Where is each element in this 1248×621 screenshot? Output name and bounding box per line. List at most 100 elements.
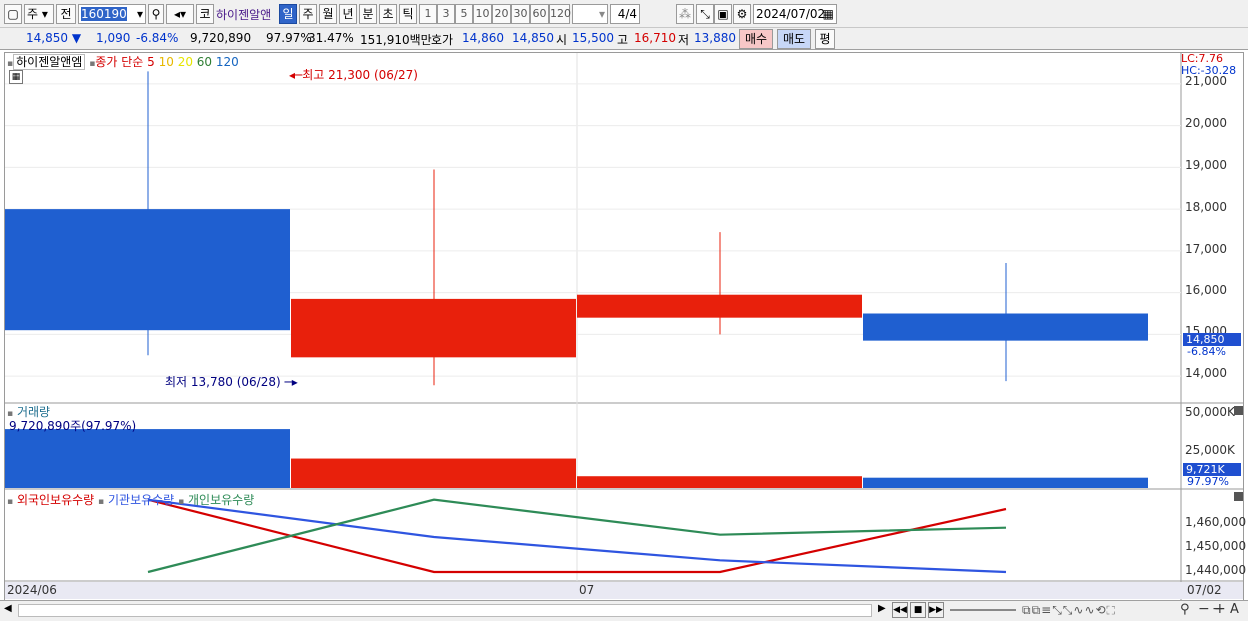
ma-10[interactable]: 10: [159, 55, 174, 69]
period-second[interactable]: 초: [379, 4, 397, 24]
period-week[interactable]: 주: [299, 4, 317, 24]
interval-1[interactable]: 1: [419, 4, 437, 24]
hold-ytick-1450000: 1,450,000: [1185, 539, 1247, 553]
legend-institution[interactable]: 기관보유수량: [108, 493, 174, 507]
interval-10[interactable]: 10: [473, 4, 492, 24]
zoom-out-icon[interactable]: −: [1198, 601, 1210, 617]
search-icon[interactable]: ⚲: [148, 4, 164, 24]
volume-bar: [291, 458, 576, 488]
low-label: 저: [678, 33, 690, 47]
quote-volume-pct: 97.97%: [266, 31, 312, 45]
hoga-ask: 14,860: [462, 31, 504, 45]
zoom-in-icon[interactable]: +: [1214, 601, 1226, 617]
interval-20[interactable]: 20: [492, 4, 511, 24]
settings-gear-icon[interactable]: ⚙: [733, 4, 751, 24]
stock-code-input[interactable]: 160190 ▾: [78, 4, 146, 24]
chart-area[interactable]: ▪ 하이젠알앤엠 ▪종가 단순 5 10 20 60 120 ▦ ◂─최고 21,…: [4, 52, 1247, 601]
interval-3[interactable]: 3: [437, 4, 455, 24]
ytick-20000: 20,000: [1185, 116, 1227, 130]
volume-sub-label: 9,720,890주(97.97%): [9, 419, 137, 433]
xaxis-left-label: 2024/06: [7, 583, 57, 597]
high-label: 고: [617, 33, 629, 47]
date-input[interactable]: 2024/07/02 ▦: [753, 4, 837, 24]
period-day[interactable]: 일: [279, 4, 297, 24]
period-month[interactable]: 월: [319, 4, 337, 24]
rewind-icon[interactable]: ◀◀: [892, 602, 908, 618]
page-counter[interactable]: 4/4: [610, 4, 640, 24]
ma-5[interactable]: 5: [147, 55, 155, 69]
ma-60[interactable]: 60: [197, 55, 212, 69]
scroll-left-icon[interactable]: ◀: [4, 603, 12, 614]
zoom-slider[interactable]: [950, 609, 1016, 611]
holdings-legend: ▪ 외국인보유수량 ▪ 기관보유수량 ▪ 개인보유수량: [7, 493, 255, 507]
window-icon[interactable]: ▢: [4, 4, 22, 24]
low-value: 13,880: [694, 31, 736, 45]
xaxis-mid-label: 07: [579, 583, 595, 597]
holdings-panel-close-icon[interactable]: [1234, 492, 1243, 501]
auto-scale-icon[interactable]: A: [1230, 602, 1239, 617]
buy-button[interactable]: 매수: [739, 29, 773, 49]
hoga-bid: 14,850: [512, 31, 554, 45]
fast-forward-icon[interactable]: ▶▶: [928, 602, 944, 618]
chart-svg: [5, 53, 1243, 600]
quote-change: 1,090: [96, 31, 131, 45]
interval-custom-select[interactable]: ▾: [572, 4, 608, 24]
candle-body: [5, 209, 290, 331]
interval-30[interactable]: 30: [511, 4, 530, 24]
interval-60[interactable]: 60: [530, 4, 549, 24]
ytick-19000: 19,000: [1185, 158, 1227, 172]
drawing-tools-icons[interactable]: ⧉⧉≡⤡⤡∿∿⟲⛶: [1022, 603, 1116, 618]
current-pct-tag: -6.84%: [1187, 345, 1226, 358]
open-value: 15,500: [572, 31, 614, 45]
legend-stock-name[interactable]: 하이젠알앤엠: [13, 54, 86, 70]
xaxis-right-label: 07/02: [1187, 583, 1222, 597]
quote-price: 14,850 ▼: [26, 31, 82, 45]
market-select[interactable]: 주 ▾: [24, 4, 54, 24]
quote-turnover: 31.47%: [308, 31, 354, 45]
horizontal-scrollbar[interactable]: [18, 604, 872, 617]
legend-individual[interactable]: 개인보유수량: [188, 493, 254, 507]
low-note: 최저 13,780 (06/28) ─▸: [165, 375, 298, 389]
period-year[interactable]: 년: [339, 4, 357, 24]
hoga-label: 호가: [431, 33, 454, 47]
high-note: ◂─최고 21,300 (06/27): [289, 68, 418, 82]
legend-close[interactable]: 종가 단순: [95, 55, 143, 69]
volume-bar: [577, 476, 862, 488]
top-toolbar: ▢ 주 ▾ 전 160190 ▾ ⚲ ◂▾ 코 하이젠알앤 일 주 월 년 분 초…: [0, 0, 1248, 28]
ma-20[interactable]: 20: [178, 55, 193, 69]
date-value: 2024/07/02: [756, 7, 826, 21]
save-icon[interactable]: ▣: [714, 4, 732, 24]
sell-button[interactable]: 매도: [777, 29, 811, 49]
prev-label: 전: [60, 7, 72, 21]
interval-5[interactable]: 5: [455, 4, 473, 24]
price-legend: ▪ 하이젠알앤엠 ▪종가 단순 5 10 20 60 120: [7, 54, 239, 70]
legend-foreign[interactable]: 외국인보유수량: [17, 493, 94, 507]
table-toggle-icon[interactable]: ▦: [9, 70, 23, 84]
stop-icon[interactable]: ■: [910, 602, 926, 618]
stock-code-value: 160190: [81, 7, 127, 21]
speaker-icon[interactable]: ◂▾: [166, 4, 194, 24]
calendar-icon[interactable]: ▦: [823, 5, 834, 23]
ma-120[interactable]: 120: [216, 55, 239, 69]
market-prefix[interactable]: 코: [196, 4, 214, 24]
ytick-17000: 17,000: [1185, 242, 1227, 256]
scroll-right-icon[interactable]: ▶: [878, 603, 886, 614]
period-minute[interactable]: 분: [359, 4, 377, 24]
bottom-scroll-bar: ◀ ▶ ◀◀ ■ ▶▶ ⧉⧉≡⤡⤡∿∿⟲⛶ ⚲ − − + A: [0, 600, 1248, 621]
crosshair-icon[interactable]: ⤡: [696, 4, 714, 24]
market-label: 주: [27, 7, 39, 21]
interval-120[interactable]: 120: [549, 4, 571, 24]
candle-body: [291, 298, 576, 358]
avg-button[interactable]: 평: [815, 29, 835, 49]
period-tick[interactable]: 틱: [399, 4, 417, 24]
ytick-16000: 16,000: [1185, 283, 1227, 297]
candle-body: [577, 294, 862, 318]
compare-icon[interactable]: ⁂: [676, 4, 694, 24]
volume-panel-close-icon[interactable]: [1234, 406, 1243, 415]
zoom-search-icon[interactable]: ⚲: [1180, 602, 1190, 617]
open-label: 시: [556, 33, 568, 47]
candle-body: [863, 313, 1148, 341]
prev-button[interactable]: 전: [56, 4, 76, 24]
quote-amount: 151,910백만: [360, 33, 432, 47]
ytick-14000: 14,000: [1185, 366, 1227, 380]
